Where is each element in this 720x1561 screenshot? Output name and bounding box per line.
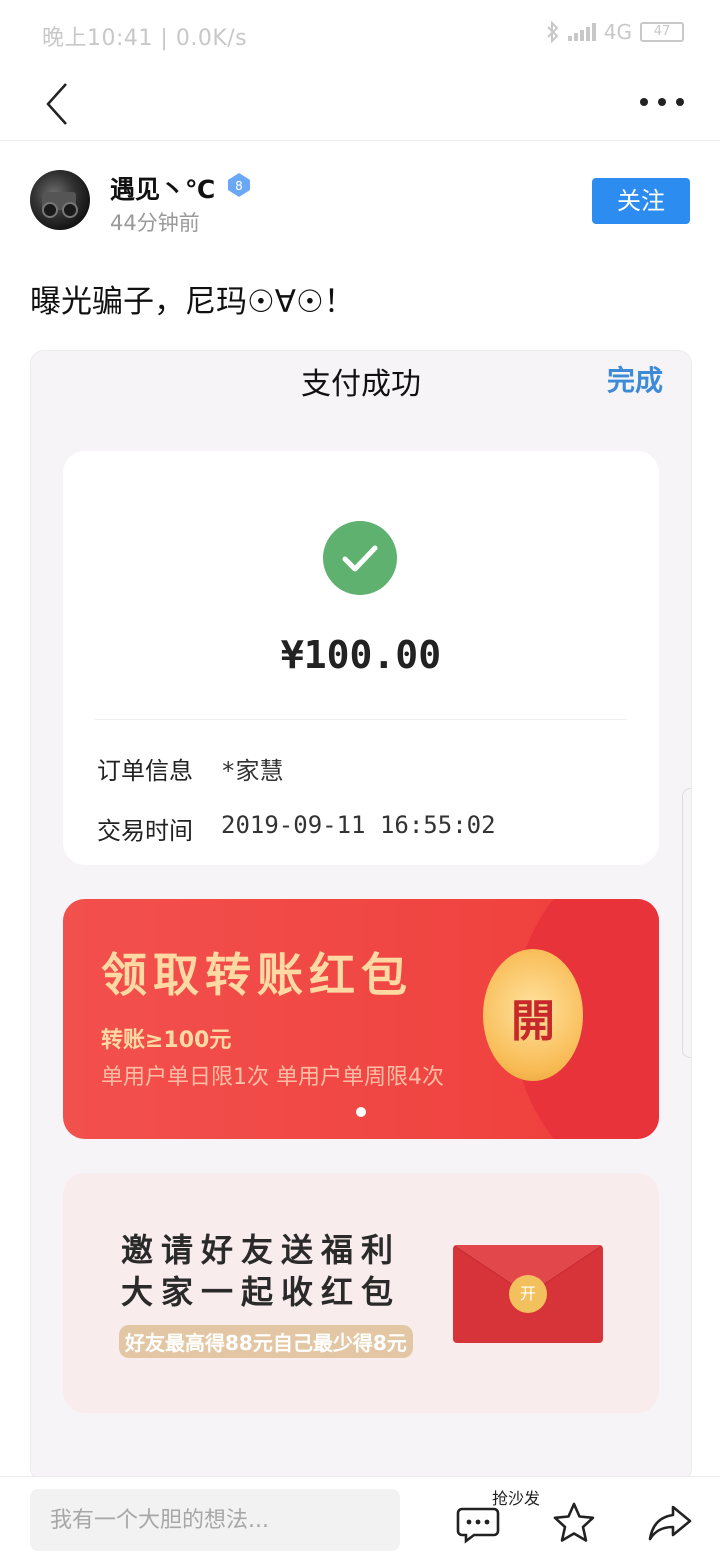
status-bar: 晚上10:41 | 0.0K/s 4G 47 <box>0 0 720 70</box>
red-packet-banner: 领取转账红包 转账≥100元 单用户单日限1次 单用户单周限4次 開 <box>63 899 659 1139</box>
order-info-label: 订单信息 <box>97 757 193 785</box>
more-dot-icon <box>640 98 648 106</box>
invite-banner: 邀请好友送福利 大家一起收红包 好友最高得88元自己最少得8元 开 <box>63 1173 659 1413</box>
payment-title: 支付成功 <box>301 367 421 402</box>
coin-text: 開 <box>511 996 555 1047</box>
top-nav <box>0 70 720 141</box>
red-packet-condition: 转账≥100元 <box>101 1028 232 1053</box>
trade-time-label: 交易时间 <box>97 817 193 845</box>
comment-input[interactable] <box>30 1489 400 1551</box>
divider <box>95 719 627 720</box>
signal-icon <box>567 23 596 41</box>
status-separator: | <box>160 26 169 51</box>
payment-card: ¥100.00 订单信息 *家慧 交易时间 2019-09-11 16:55:0… <box>63 451 659 865</box>
level-number: 8 <box>235 179 243 193</box>
post-text: 曝光骗子，尼玛☉∀☉！ <box>30 284 355 320</box>
battery-icon: 47 <box>640 22 684 42</box>
status-time: 晚上10:41 <box>42 26 153 51</box>
post-image[interactable]: 支付成功 完成 ¥100.00 订单信息 *家慧 交易时间 2019-09-11… <box>30 350 692 1482</box>
author-name[interactable]: 遇见丶℃ <box>110 170 215 206</box>
payment-amount: ¥100.00 <box>280 633 442 677</box>
avatar[interactable] <box>30 170 90 230</box>
network-type: 4G <box>603 20 632 44</box>
invite-line-2: 大家一起收红包 <box>121 1273 402 1311</box>
order-info-value: *家慧 <box>221 757 284 785</box>
more-dot-icon <box>676 98 684 106</box>
success-check-icon <box>323 521 397 595</box>
red-packet-limit: 单用户单日限1次 单用户单周限4次 <box>101 1065 444 1090</box>
favorite-button[interactable] <box>550 1499 598 1547</box>
avatar-image <box>42 192 78 218</box>
more-button[interactable] <box>640 92 684 112</box>
open-coin-icon: 開 <box>483 949 583 1081</box>
bluetooth-icon <box>547 21 559 43</box>
share-icon <box>648 1505 692 1541</box>
comment-button[interactable] <box>454 1499 502 1547</box>
done-label: 完成 <box>606 364 663 397</box>
share-button[interactable] <box>646 1499 694 1547</box>
trade-time-value: 2019-09-11 16:55:02 <box>221 811 496 839</box>
envelope-icon: 开 <box>453 1245 603 1343</box>
red-packet-title: 领取转账红包 <box>101 948 413 1002</box>
level-badge-icon: 8 <box>226 172 252 198</box>
status-speed: 0.0K/s <box>175 26 248 51</box>
scroll-indicator <box>682 788 691 1058</box>
status-left: 晚上10:41 | 0.0K/s <box>42 20 247 52</box>
carousel-dot <box>356 1107 366 1117</box>
invite-line-1: 邀请好友送福利 <box>121 1231 402 1269</box>
follow-button[interactable]: 关注 <box>592 178 690 224</box>
bottom-bar: 抢沙发 <box>0 1476 720 1561</box>
post-time: 44分钟前 <box>110 211 200 235</box>
star-icon <box>553 1502 595 1542</box>
comment-icon <box>456 1507 500 1544</box>
status-right: 4G 47 <box>546 20 684 44</box>
battery-level: 47 <box>653 24 671 39</box>
invite-subtitle: 好友最高得88元自己最少得8元 <box>119 1325 413 1358</box>
back-button[interactable] <box>40 78 80 128</box>
chevron-left-icon <box>46 83 67 125</box>
more-dot-icon <box>658 98 666 106</box>
envelope-coin: 开 <box>509 1275 547 1313</box>
